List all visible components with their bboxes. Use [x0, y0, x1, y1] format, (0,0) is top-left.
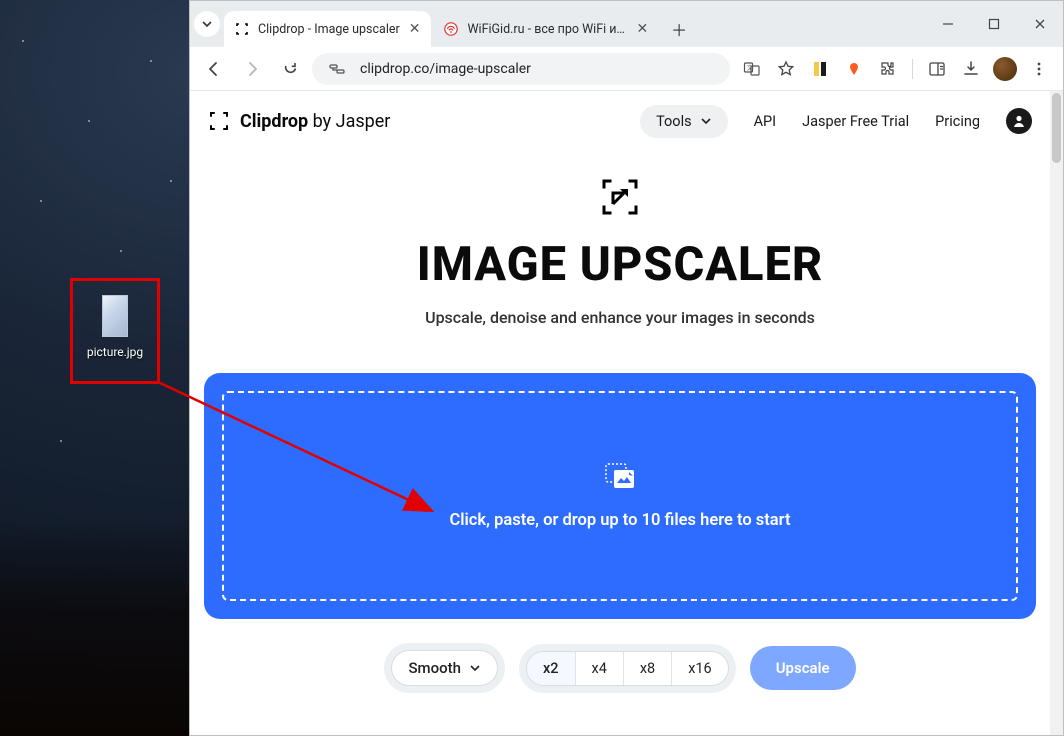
- nav-forward-button[interactable]: [236, 53, 268, 85]
- url-text: clipdrop.co/image-upscaler: [360, 61, 531, 77]
- tab-clipdrop[interactable]: Clipdrop - Image upscaler ✕: [224, 11, 431, 47]
- site-nav: Tools API Jasper Free Trial Pricing: [640, 105, 1032, 138]
- brand-name-bold: Clipdrop: [240, 111, 308, 132]
- annotation-arrow: [158, 382, 448, 532]
- scrollbar-thumb[interactable]: [1052, 93, 1061, 163]
- file-name-label: picture.jpg: [87, 345, 143, 359]
- nav-pricing-link[interactable]: Pricing: [935, 113, 980, 130]
- desktop-file-annotation: picture.jpg: [70, 278, 160, 384]
- tab-title: Clipdrop - Image upscaler: [258, 22, 400, 37]
- profile-button[interactable]: [989, 53, 1021, 85]
- browser-toolbar: clipdrop.co/image-upscaler 文: [190, 47, 1063, 91]
- clipdrop-favicon: [234, 21, 250, 37]
- scale-selector: x2x4x8x16: [519, 644, 736, 693]
- window-maximize-button[interactable]: [971, 4, 1017, 44]
- smooth-selector: Smooth: [384, 643, 505, 693]
- dropzone-text: Click, paste, or drop up to 10 files her…: [449, 511, 790, 530]
- nav-trial-link[interactable]: Jasper Free Trial: [802, 113, 909, 130]
- site-info-button[interactable]: [324, 56, 350, 82]
- hero-section: IMAGE UPSCALER Upscale, denoise and enha…: [204, 175, 1036, 327]
- chevron-down-icon: [201, 18, 213, 30]
- avatar-icon: [993, 57, 1017, 81]
- brand-name-rest: by Jasper: [313, 111, 391, 132]
- upscale-button[interactable]: Upscale: [750, 646, 856, 690]
- chevron-down-icon: [469, 662, 481, 674]
- chevron-down-icon: [700, 115, 712, 127]
- user-icon: [1011, 113, 1027, 129]
- scale-option-x4[interactable]: x4: [575, 652, 623, 685]
- nav-tools-label: Tools: [656, 113, 692, 130]
- vertical-scrollbar[interactable]: [1050, 91, 1063, 735]
- window-minimize-button[interactable]: [925, 4, 971, 44]
- browser-window: Clipdrop - Image upscaler ✕ WiFiGid.ru -…: [189, 0, 1064, 736]
- nav-tools-dropdown[interactable]: Tools: [640, 105, 728, 138]
- wifigid-favicon: [443, 21, 459, 37]
- ext-icon-1[interactable]: [804, 53, 836, 85]
- toolbar-separator: [912, 59, 913, 79]
- svg-text:文: 文: [747, 64, 753, 72]
- nav-api-link[interactable]: API: [754, 113, 777, 130]
- file-thumbnail[interactable]: [102, 295, 128, 337]
- browser-titlebar: Clipdrop - Image upscaler ✕ WiFiGid.ru -…: [190, 1, 1063, 47]
- scale-option-x2[interactable]: x2: [527, 652, 575, 685]
- clipdrop-logo-icon: [208, 110, 230, 132]
- extensions-button[interactable]: [872, 53, 904, 85]
- brand-logo[interactable]: Clipdrop by Jasper: [208, 110, 390, 132]
- bookmark-button[interactable]: [770, 53, 802, 85]
- downloads-button[interactable]: [955, 53, 987, 85]
- chrome-menu-button[interactable]: [1023, 53, 1055, 85]
- nav-back-button[interactable]: [198, 53, 230, 85]
- nav-reload-button[interactable]: [274, 53, 306, 85]
- scale-option-x8[interactable]: x8: [623, 652, 671, 685]
- window-close-button[interactable]: [1017, 4, 1063, 44]
- tab-strip: Clipdrop - Image upscaler ✕ WiFiGid.ru -…: [224, 1, 925, 47]
- smooth-label: Smooth: [408, 659, 461, 677]
- new-tab-button[interactable]: ＋: [665, 15, 693, 43]
- hero-title: IMAGE UPSCALER: [204, 237, 1036, 292]
- address-bar[interactable]: clipdrop.co/image-upscaler: [312, 53, 730, 85]
- account-button[interactable]: [1006, 108, 1032, 134]
- site-header: Clipdrop by Jasper Tools API Jasper Free…: [204, 91, 1036, 151]
- ext-icon-2[interactable]: [838, 53, 870, 85]
- hero-icon: [598, 175, 642, 219]
- tab-close-button[interactable]: ✕: [408, 21, 422, 37]
- options-row: Smooth x2x4x8x16 Upscale: [204, 643, 1036, 693]
- scale-option-x16[interactable]: x16: [671, 652, 728, 685]
- translate-button[interactable]: 文: [736, 53, 768, 85]
- upload-image-icon: [605, 463, 635, 489]
- window-controls: [925, 1, 1063, 47]
- tab-close-button[interactable]: ✕: [635, 21, 649, 37]
- tab-title: WiFiGid.ru - все про WiFi и бес: [467, 22, 627, 37]
- tab-wifigid[interactable]: WiFiGid.ru - все про WiFi и бес ✕: [433, 11, 659, 47]
- hero-subtitle: Upscale, denoise and enhance your images…: [204, 308, 1036, 327]
- tab-search-dropdown[interactable]: [190, 1, 224, 47]
- smooth-dropdown[interactable]: Smooth: [392, 651, 497, 685]
- sidepanel-button[interactable]: [921, 53, 953, 85]
- upscale-label: Upscale: [776, 659, 830, 677]
